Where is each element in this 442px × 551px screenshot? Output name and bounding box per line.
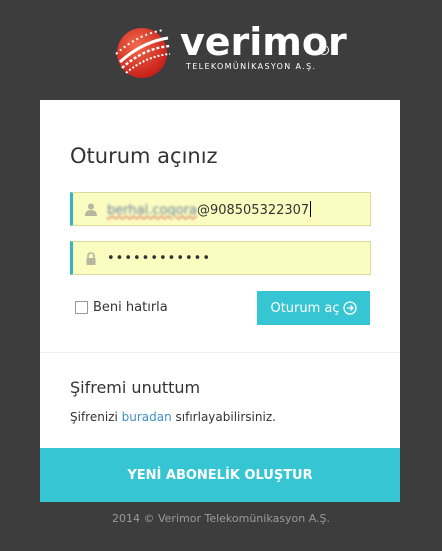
login-title: Oturum açınız — [70, 144, 218, 168]
reset-password-link[interactable]: buradan — [122, 410, 172, 424]
remember-label: Beni hatırla — [93, 300, 168, 315]
lock-icon — [86, 252, 96, 265]
forgot-text-after: sıfırlayabilirsiniz. — [171, 410, 276, 424]
forgot-password-text: Şifrenizi buradan sıfırlayabilirsiniz. — [70, 410, 276, 424]
brand-tagline: TELEKOMÜNİKASYON A.Ş. — [186, 62, 317, 71]
brand-name: verimor — [180, 20, 347, 64]
create-subscription-button[interactable]: YENİ ABONELİK OLUŞTUR — [40, 448, 400, 502]
text-caret — [310, 201, 312, 217]
forgot-password-title: Şifremi unuttum — [70, 378, 201, 397]
email-field[interactable]: berhal.coqora@908505322307 — [70, 192, 371, 226]
password-input[interactable] — [107, 242, 365, 274]
login-card: Oturum açınız berhal.coqora@908505322307… — [40, 100, 400, 502]
registered-mark: R — [319, 45, 329, 55]
header-logo: verimor R TELEKOMÜNİKASYON A.Ş. — [0, 0, 442, 100]
arrow-circle-right-icon — [342, 301, 357, 315]
login-button-label: Oturum aç — [270, 300, 340, 316]
forgot-text-before: Şifrenizi — [70, 410, 122, 424]
footer-copyright: 2014 © Verimor Telekomünikasyon A.Ş. — [112, 512, 330, 525]
remember-checkbox[interactable] — [75, 301, 88, 314]
login-button[interactable]: Oturum aç — [257, 291, 370, 325]
divider — [40, 352, 400, 353]
email-value[interactable]: berhal.coqora@908505322307 — [107, 201, 312, 218]
password-field[interactable] — [70, 241, 371, 275]
verimor-logo-icon — [115, 28, 171, 78]
user-icon — [85, 203, 97, 216]
email-suffix: @908505322307 — [196, 203, 310, 218]
email-redacted: berhal.coqora — [107, 203, 197, 218]
